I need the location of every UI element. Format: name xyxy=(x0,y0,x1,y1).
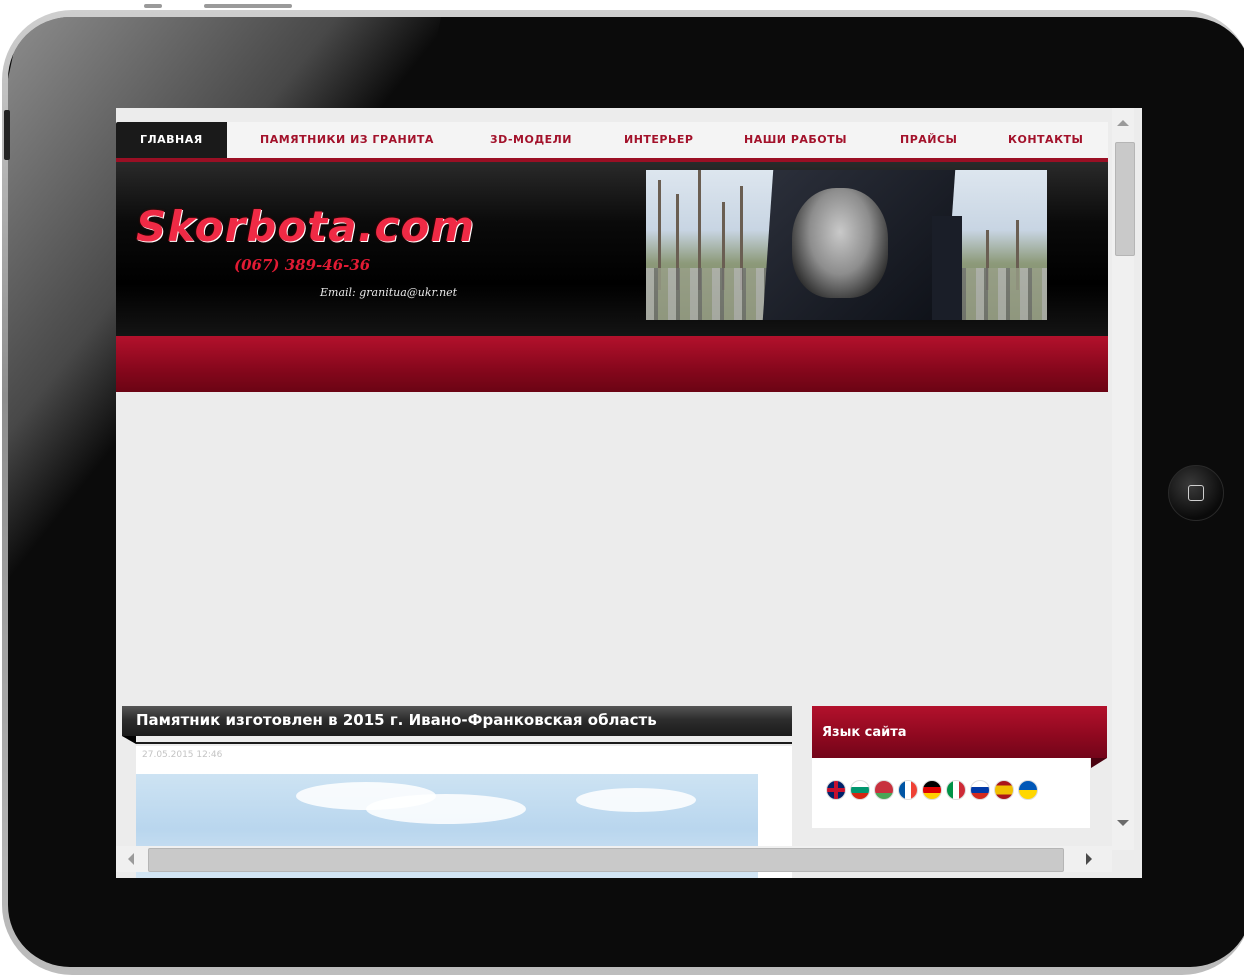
home-button[interactable] xyxy=(1168,465,1224,521)
volume-button-icon xyxy=(144,4,162,8)
spain-flag-icon[interactable] xyxy=(994,780,1014,800)
nav-item-home[interactable]: ГЛАВНАЯ xyxy=(116,122,227,158)
side-switch-icon xyxy=(4,110,10,160)
scroll-left-arrow-icon[interactable] xyxy=(128,853,134,865)
site-header: Skorbota.com (067) 389-46-36 Email: gran… xyxy=(116,162,1108,336)
language-module-title: Язык сайта xyxy=(812,706,1107,758)
portrait-engraving xyxy=(792,188,888,298)
vertical-scroll-thumb[interactable] xyxy=(1115,142,1135,256)
scroll-up-arrow-icon[interactable] xyxy=(1117,120,1129,126)
header-banner-image xyxy=(646,170,1047,320)
sleep-button-icon xyxy=(204,4,292,8)
phone-number: (067) 389-46-36 xyxy=(234,256,371,274)
uk-flag-icon[interactable] xyxy=(826,780,846,800)
module-ribbon-fold xyxy=(1091,758,1107,768)
nav-item-contacts[interactable]: КОНТАКТЫ xyxy=(1008,122,1083,158)
vertical-scrollbar[interactable] xyxy=(1112,108,1135,850)
bulgaria-flag-icon[interactable] xyxy=(850,780,870,800)
nav-item-our-works[interactable]: НАШИ РАБОТЫ xyxy=(744,122,847,158)
email-address: Email: granitua@ukr.net xyxy=(320,286,458,299)
home-square-icon xyxy=(1188,485,1204,501)
article-date: 27.05.2015 12:46 xyxy=(142,750,223,760)
germany-flag-icon[interactable] xyxy=(922,780,942,800)
nav-item-granite-monuments[interactable]: ПАМЯТНИКИ ИЗ ГРАНИТА xyxy=(260,122,434,158)
horizontal-scroll-thumb[interactable] xyxy=(148,848,1064,872)
title-underline xyxy=(136,742,792,744)
nav-item-3d-models[interactable]: 3D-МОДЕЛИ xyxy=(490,122,572,158)
france-flag-icon[interactable] xyxy=(898,780,918,800)
nav-item-interior[interactable]: ИНТЕРЬЕР xyxy=(624,122,693,158)
header-red-band xyxy=(116,336,1108,392)
title-ribbon-fold xyxy=(122,736,136,744)
main-navigation: ГЛАВНАЯ ПАМЯТНИКИ ИЗ ГРАНИТА 3D-МОДЕЛИ И… xyxy=(116,122,1108,162)
nav-item-prices[interactable]: ПРАЙСЫ xyxy=(900,122,957,158)
site-logo[interactable]: Skorbota.com xyxy=(136,202,475,251)
belarus-flag-icon[interactable] xyxy=(874,780,894,800)
article-title[interactable]: Памятник изготовлен в 2015 г. Ивано-Фран… xyxy=(122,706,792,736)
horizontal-scrollbar[interactable] xyxy=(116,846,1112,872)
ukraine-flag-icon[interactable] xyxy=(1018,780,1038,800)
italy-flag-icon[interactable] xyxy=(946,780,966,800)
browser-viewport: ГЛАВНАЯ ПАМЯТНИКИ ИЗ ГРАНИТА 3D-МОДЕЛИ И… xyxy=(116,108,1142,878)
russia-flag-icon[interactable] xyxy=(970,780,990,800)
scroll-down-arrow-icon[interactable] xyxy=(1117,820,1129,826)
scroll-right-arrow-icon[interactable] xyxy=(1086,853,1092,865)
language-selector xyxy=(812,758,1090,828)
